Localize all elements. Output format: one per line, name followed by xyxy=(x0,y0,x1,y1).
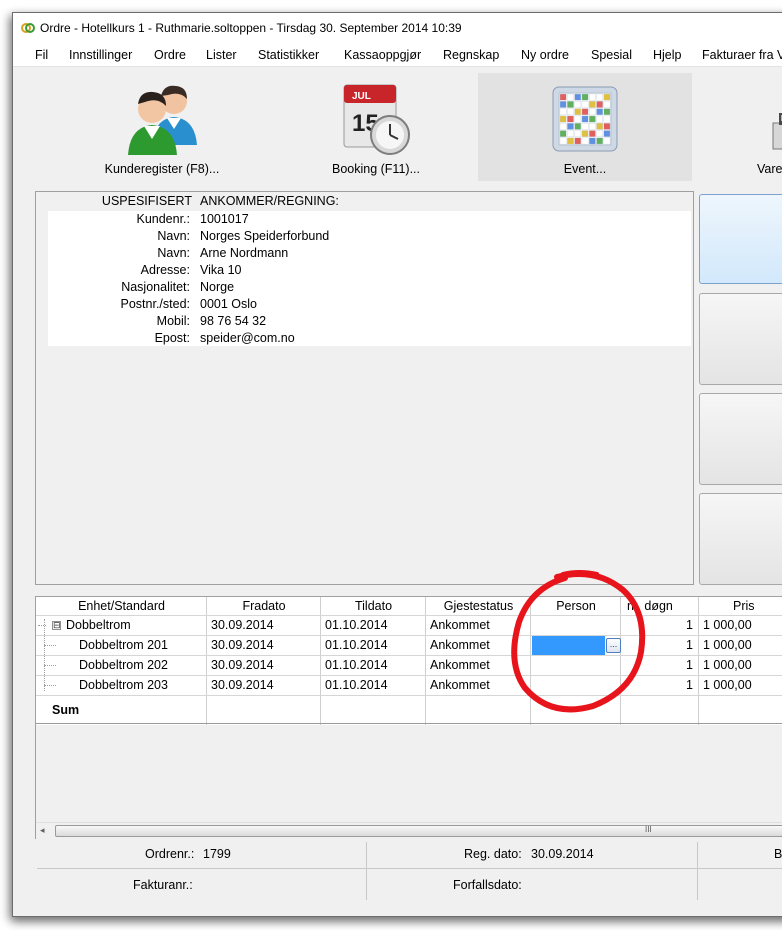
menu-fakturaer[interactable]: Fakturaer fra V xyxy=(702,48,782,62)
scroll-thumb[interactable]: III xyxy=(55,825,782,837)
menu-ny-ordre[interactable]: Ny ordre xyxy=(521,48,569,62)
order-number-value: 1799 xyxy=(203,847,231,861)
customer-header: USPESIFISERT ANKOMMER/REGNING: xyxy=(36,194,693,211)
users-icon xyxy=(128,85,197,155)
menu-regnskap[interactable]: Regnskap xyxy=(443,48,499,62)
row-status[interactable]: Ankommet xyxy=(430,658,490,672)
horizontal-scrollbar[interactable]: ◂ III xyxy=(36,822,782,839)
menu-statistikker[interactable]: Statistikker xyxy=(258,48,319,62)
row-to[interactable]: 01.10.2014 xyxy=(325,638,388,652)
side-action-button-3[interactable] xyxy=(699,393,782,485)
side-action-button-1[interactable] xyxy=(699,194,782,284)
customer-details: Kundenr.: 1001017 Navn: Norges Speiderforb… xyxy=(48,211,691,346)
menu-lister[interactable]: Lister xyxy=(206,48,237,62)
menu-ordre[interactable]: Ordre xyxy=(154,48,186,62)
row-price: 1 000,00 xyxy=(703,658,752,672)
customer-field: Epost: speider@com.no xyxy=(154,331,295,345)
row-from[interactable]: 30.09.2014 xyxy=(211,658,274,672)
menu-fil[interactable]: Fil xyxy=(35,48,48,62)
customer-field: Mobil: 98 76 54 32 xyxy=(156,314,267,328)
row-from[interactable]: 30.09.2014 xyxy=(211,618,274,632)
order-lines-grid: Enhet/Standard Fradato Tildato Gjestesta… xyxy=(35,596,782,839)
customer-info-panel: USPESIFISERT ANKOMMER/REGNING: Kundenr.:… xyxy=(35,191,694,585)
customer-field: Navn: Arne Nordmann xyxy=(157,246,289,260)
customer-register-button[interactable]: Kunderegister (F8)... xyxy=(55,73,269,181)
column-header-price[interactable]: Pris xyxy=(699,599,782,613)
scroll-grip-icon: III xyxy=(645,825,652,834)
menu-hjelp[interactable]: Hjelp xyxy=(653,48,682,62)
app-logo-icon xyxy=(21,23,35,33)
row-from[interactable]: 30.09.2014 xyxy=(211,638,274,652)
reg-date-label: Reg. dato: xyxy=(464,847,522,861)
customer-type-value: ANKOMMER/REGNING: xyxy=(200,194,339,208)
event-label: Event... xyxy=(563,162,607,176)
column-header-from[interactable]: Fradato xyxy=(207,599,321,613)
order-number-label: Ordrenr.: xyxy=(145,847,195,861)
title-bar: Ordre - Hotellkurs 1 - Ruthmarie.soltopp… xyxy=(13,13,782,43)
column-header-unit[interactable]: Enhet/Standard xyxy=(36,599,207,613)
customer-field: Navn: Norges Speiderforbund xyxy=(157,229,330,243)
row-to[interactable]: 01.10.2014 xyxy=(325,618,388,632)
row-nights: 1 xyxy=(686,658,693,672)
menu-spesial[interactable]: Spesial xyxy=(591,48,632,62)
row-to[interactable]: 01.10.2014 xyxy=(325,658,388,672)
event-button[interactable]: Event... xyxy=(478,73,692,181)
row-from[interactable]: 30.09.2014 xyxy=(211,678,274,692)
row-price: 1 000,00 xyxy=(703,678,752,692)
row-status[interactable]: Ankommet xyxy=(430,638,490,652)
invoice-number-label: Fakturanr.: xyxy=(133,878,193,892)
person-lookup-button[interactable]: ... xyxy=(606,638,621,653)
customer-register-label: Kunderegister (F8)... xyxy=(104,162,220,176)
customer-field: Kundenr.: 1001017 xyxy=(136,212,249,226)
scroll-left-icon[interactable]: ◂ xyxy=(40,825,45,836)
row-unit: Dobbeltrom 203 xyxy=(79,678,168,692)
third-field-label: B xyxy=(774,847,782,861)
column-header-to[interactable]: Tildato xyxy=(321,599,426,613)
order-footer: Ordrenr.: 1799 Reg. dato: 30.09.2014 B F… xyxy=(37,842,782,900)
side-action-button-4[interactable] xyxy=(699,493,782,585)
customer-field: Nasjonalitet: Norge xyxy=(121,280,235,294)
menu-innstillinger[interactable]: Innstillinger xyxy=(69,48,132,62)
reg-date-value: 30.09.2014 xyxy=(531,847,594,861)
row-unit: Dobbeltrom 201 xyxy=(79,638,168,652)
column-header-person[interactable]: Person xyxy=(531,599,621,613)
booking-label: Booking (F11)... xyxy=(331,162,420,176)
grid-content: Enhet/Standard Fradato Tildato Gjestesta… xyxy=(36,597,782,725)
customer-field: Postnr./sted: 0001 Oslo xyxy=(120,297,257,311)
menu-bar: Fil Innstillinger Ordre Lister Statistik… xyxy=(13,43,782,67)
row-nights: 1 xyxy=(686,638,693,652)
cash-register-icon xyxy=(772,113,782,150)
goods-label: Vare xyxy=(757,162,782,176)
row-to[interactable]: 01.10.2014 xyxy=(325,678,388,692)
side-action-button-2[interactable] xyxy=(699,293,782,385)
person-cell-selected[interactable] xyxy=(532,636,605,655)
row-price: 1 000,00 xyxy=(703,638,752,652)
column-header-status[interactable]: Gjestestatus xyxy=(426,599,531,613)
calendar-month: JUL xyxy=(352,91,371,102)
sum-label: Sum xyxy=(52,703,80,717)
row-status[interactable]: Ankommet xyxy=(430,618,490,632)
customer-field: Adresse: Vika 10 xyxy=(140,263,242,277)
row-unit: Dobbeltrom xyxy=(66,618,131,632)
booking-button[interactable]: JUL 15 Booking (F11)... xyxy=(269,73,483,181)
event-grid-icon xyxy=(552,86,618,152)
menu-kassaoppgjor[interactable]: Kassaoppgjør xyxy=(344,48,421,62)
row-status[interactable]: Ankommet xyxy=(430,678,490,692)
toolbar: Kunderegister (F8)... JUL 15 Booking (F1… xyxy=(13,68,782,186)
column-header-nights[interactable]: nt. døgn xyxy=(621,599,699,613)
row-unit: Dobbeltrom 202 xyxy=(79,658,168,672)
collapse-icon[interactable]: ⊟ xyxy=(52,621,61,630)
due-date-label: Forfallsdato: xyxy=(453,878,522,892)
window-title: Ordre - Hotellkurs 1 - Ruthmarie.soltopp… xyxy=(40,21,462,35)
row-nights: 1 xyxy=(686,618,693,632)
row-price: 1 000,00 xyxy=(703,618,752,632)
goods-button[interactable]: Vare xyxy=(693,73,782,181)
row-nights: 1 xyxy=(686,678,693,692)
order-window: Ordre - Hotellkurs 1 - Ruthmarie.soltopp… xyxy=(12,12,782,917)
customer-type-label: USPESIFISERT xyxy=(101,194,192,208)
calendar-clock-icon: JUL 15 xyxy=(343,84,410,155)
